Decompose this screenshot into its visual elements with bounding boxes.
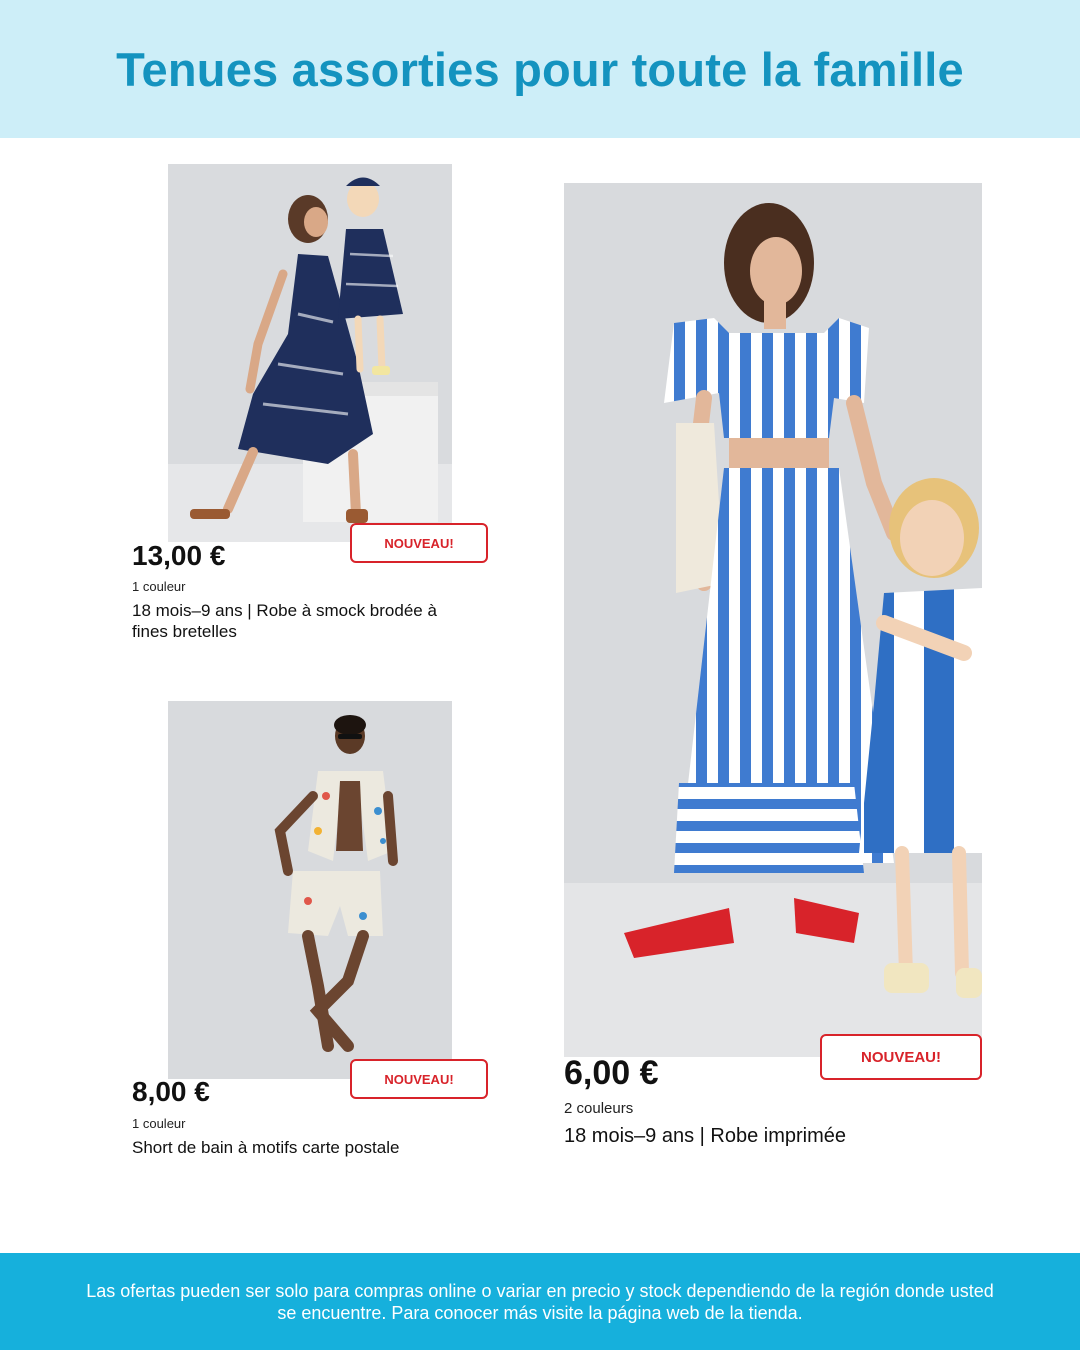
product-title[interactable]: 18 mois–9 ans | Robe imprimée [564,1124,974,1148]
product-title[interactable]: Short de bain à motifs carte postale [132,1137,462,1158]
footer-disclaimer-bar: Las ofertas pueden ser solo para compras… [0,1253,1080,1350]
product-color-count[interactable]: 1 couleur [132,1116,185,1131]
page-header: Tenues assorties pour toute la famille [0,0,1080,138]
product-image-swim-shorts[interactable] [168,701,452,1079]
product-title[interactable]: 18 mois–9 ans | Robe à smock brodée à fi… [132,600,462,642]
page-title: Tenues assorties pour toute la famille [116,42,964,96]
product-image-mother-daughter-dresses[interactable] [168,164,452,542]
product-color-count[interactable]: 2 couleurs [564,1100,633,1117]
product-image-striped-outfits[interactable] [564,183,982,1057]
product-color-count[interactable]: 1 couleur [132,579,185,594]
disclaimer-text: Las ofertas pueden ser solo para compras… [86,1280,994,1323]
product-price: 8,00 € [132,1076,210,1107]
new-badge: NOUVEAU! [350,1059,488,1099]
new-badge: NOUVEAU! [820,1034,982,1080]
product-price: 6,00 € [564,1054,659,1092]
product-price: 13,00 € [132,540,226,571]
new-badge: NOUVEAU! [350,523,488,563]
